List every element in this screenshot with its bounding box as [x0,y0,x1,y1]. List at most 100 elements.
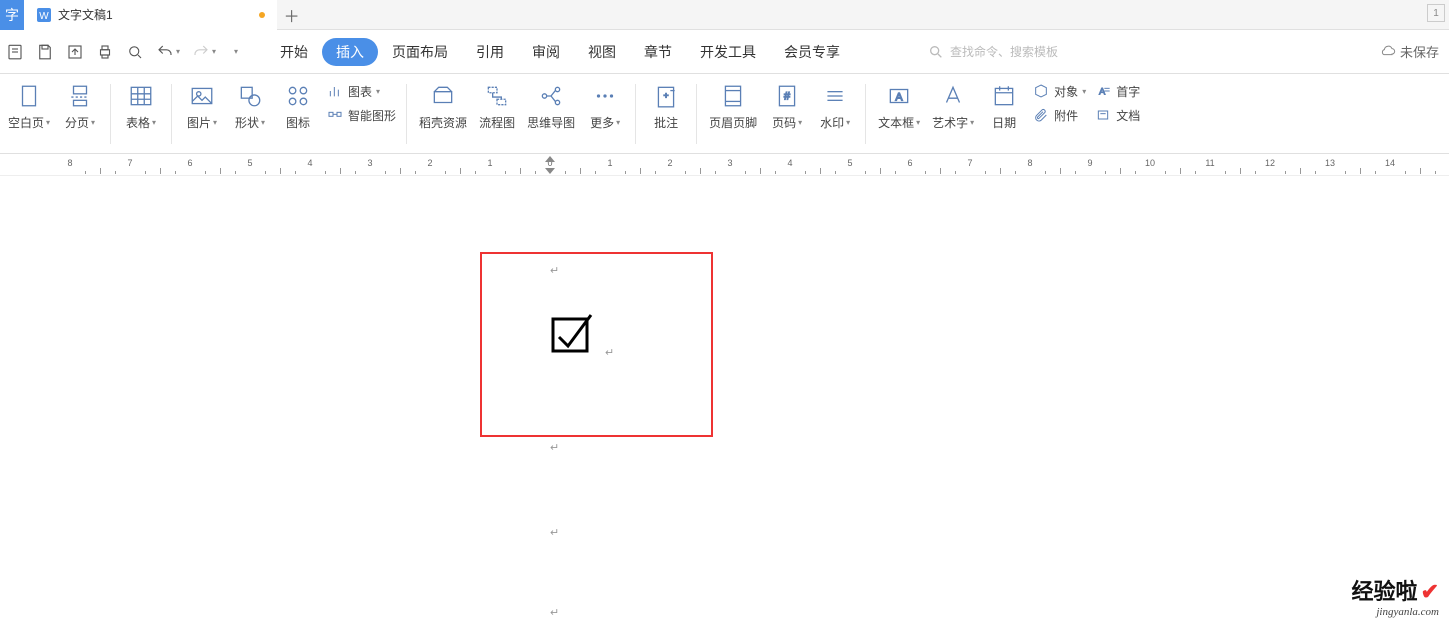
ruler-number: 7 [967,158,972,168]
docfield-button[interactable]: 文档 [1094,106,1140,124]
paragraph-mark-icon: ↵ [550,606,559,619]
ruler-number: 3 [727,158,732,168]
tab-member[interactable]: 会员专享 [770,38,854,66]
tab-review[interactable]: 审阅 [518,38,574,66]
document-tab[interactable]: W 文字文稿1 [24,0,277,30]
doc-icon: W [36,7,52,23]
comment-icon: + [652,82,680,110]
undo-icon[interactable] [156,43,174,61]
flowchart-icon [483,82,511,110]
object-icon [1032,82,1050,100]
mindmap-button[interactable]: 思维导图 [521,78,581,150]
resource-icon [429,82,457,110]
search-icon [928,44,944,60]
textbox-button[interactable]: A 文本框▾ [872,78,926,150]
ruler-number: 4 [307,158,312,168]
cloud-icon [1380,44,1396,60]
icon-icon [284,82,312,110]
icon-button[interactable]: 图标 [274,78,322,150]
watermark-button[interactable]: 水印▾ [811,78,859,150]
tab-devtools[interactable]: 开发工具 [686,38,770,66]
ruler-number: 9 [1087,158,1092,168]
tab-reference[interactable]: 引用 [462,38,518,66]
svg-text:#: # [784,90,790,102]
table-button[interactable]: 表格▾ [117,78,165,150]
mindmap-icon [537,82,565,110]
picture-button[interactable]: 图片▾ [178,78,226,150]
chart-icon [326,82,344,100]
tab-chapter[interactable]: 章节 [630,38,686,66]
shape-icon [236,82,264,110]
chart-button[interactable]: 图表▾ [326,82,396,100]
comment-button[interactable]: + 批注 [642,78,690,150]
more-icon [591,82,619,110]
page-break-icon [66,82,94,110]
picture-icon [188,82,216,110]
object-button[interactable]: 对象▾ [1032,82,1086,100]
tab-insert[interactable]: 插入 [322,38,378,66]
ruler-number: 6 [907,158,912,168]
ruler-number: 2 [427,158,432,168]
undo-dropdown-icon[interactable]: ▾ [176,47,180,56]
dropcap-icon: A [1094,82,1112,100]
save-status[interactable]: 未保存 [1380,42,1439,61]
document-canvas[interactable]: ↵ ↵ ↵ ↵ ↵ 经验啦 ✔ jingyanla.com [0,176,1449,624]
dropcap-button[interactable]: A首字 [1094,82,1140,100]
checkbox-checked-icon [550,311,594,355]
tab-layout[interactable]: 页面布局 [378,38,462,66]
redo-icon[interactable] [192,43,210,61]
tab-bar: 字 W 文字文稿1 ＋ 1 [0,0,1449,30]
page-break-button[interactable]: 分页▾ [56,78,104,150]
smartart-button[interactable]: 智能图形 [326,106,396,124]
ruler-number: 5 [247,158,252,168]
print-icon[interactable] [96,43,114,61]
resource-button[interactable]: 稻壳资源 [413,78,473,150]
ruler-number: 8 [67,158,72,168]
export-icon[interactable] [66,43,84,61]
search-placeholder: 查找命令、搜索模板 [950,43,1058,60]
paragraph-mark-icon: ↵ [550,526,559,539]
file-menu-icon[interactable] [6,43,24,61]
watermark-icon [821,82,849,110]
window-control-icon[interactable]: 1 [1427,4,1445,22]
save-icon[interactable] [36,43,54,61]
table-icon [127,82,155,110]
more-button[interactable]: 更多▾ [581,78,629,150]
svg-text:+: + [664,90,669,100]
ruler-number: 1 [607,158,612,168]
blank-page-icon [15,82,43,110]
attachment-button[interactable]: 附件 [1032,106,1086,124]
tab-start[interactable]: 开始 [266,38,322,66]
textbox-icon: A [885,82,913,110]
svg-text:W: W [39,11,49,22]
header-footer-button[interactable]: 页眉页脚 [703,78,763,150]
shape-button[interactable]: 形状▾ [226,78,274,150]
wordart-button[interactable]: 艺术字▾ [926,78,980,150]
date-button[interactable]: 日期 [980,78,1028,150]
svg-text:A: A [896,91,904,103]
attachment-icon [1032,106,1050,124]
search-box[interactable]: 查找命令、搜索模板 [928,43,1058,60]
new-tab-button[interactable]: ＋ [277,3,307,27]
blank-page-button[interactable]: 空白页▾ [2,78,56,150]
ruler-number: 13 [1325,158,1335,168]
ruler-number: 4 [787,158,792,168]
menu-tabs: 开始 插入 页面布局 引用 审阅 视图 章节 开发工具 会员专享 [266,38,854,66]
qat-customize-icon[interactable]: ▾ [234,47,238,56]
app-menu-button[interactable]: 字 [0,0,24,30]
preview-icon[interactable] [126,43,144,61]
redo-dropdown-icon[interactable]: ▾ [212,47,216,56]
highlight-box [480,252,713,437]
ruler-number: 3 [367,158,372,168]
header-footer-icon [719,82,747,110]
wordart-icon [939,82,967,110]
horizontal-ruler[interactable]: 8765432101234567891011121314 [0,154,1449,176]
ruler-number: 2 [667,158,672,168]
tab-view[interactable]: 视图 [574,38,630,66]
page-number-button[interactable]: # 页码▾ [763,78,811,150]
flowchart-button[interactable]: 流程图 [473,78,521,150]
check-icon: ✔ [1421,579,1439,604]
ruler-number: 12 [1265,158,1275,168]
ruler-number: 1 [487,158,492,168]
docfield-icon [1094,106,1112,124]
